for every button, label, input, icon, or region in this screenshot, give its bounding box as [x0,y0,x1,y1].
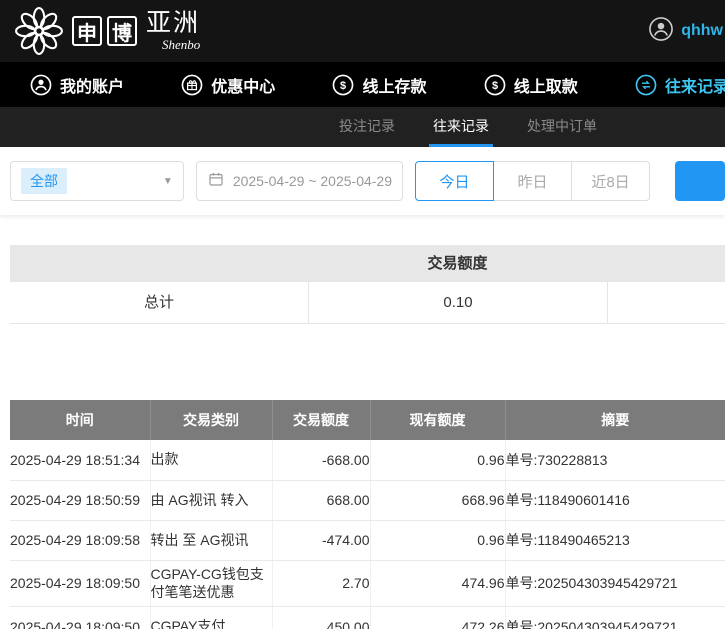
cell-amount: -474.00 [272,520,370,560]
cell-memo: 单号:118490601416 [505,480,725,520]
cell-type: CGPAY支付 [150,607,272,629]
cell-amount: 450.00 [272,607,370,629]
col-header-amount: 交易额度 [272,400,370,440]
quick-yesterday-button[interactable]: 昨日 [493,161,572,201]
brand-char-1: 申 [72,16,102,46]
cell-balance: 472.26 [370,607,505,629]
brand-logo: 申 博 亚洲 Shenbo [14,6,200,56]
user-avatar-icon [648,16,674,47]
cell-memo: 单号:118490465213 [505,520,725,560]
transfer-icon [635,74,657,96]
nav-label: 优惠中心 [211,73,275,97]
chevron-down-icon: ▼ [163,176,173,187]
cell-type: 转出 至 AG视讯 [150,520,272,560]
records-header-row: 时间 交易类别 交易额度 现有额度 摘要 [10,400,725,440]
col-header-memo: 摘要 [505,400,725,440]
cell-time: 2025-04-29 18:09:58 [10,520,150,560]
quick-last8days-button[interactable]: 近8日 [571,161,650,201]
cell-amount: -668.00 [272,440,370,480]
search-button[interactable] [675,161,725,201]
brand-region-block: 亚洲 Shenbo [146,11,200,51]
cell-memo: 单号:202504303945429721 [505,560,725,607]
calendar-icon [207,170,225,193]
cell-balance: 0.96 [370,520,505,560]
records-tab-bar: 投注记录 往来记录 处理中订单 [0,107,725,147]
nav-label: 我的账户 [60,73,124,97]
records-table: 时间 交易类别 交易额度 现有额度 摘要 2025-04-29 18:51:34… [10,400,725,629]
nav-item-promotions[interactable]: 优惠中心 [181,73,275,97]
main-nav: 我的账户 优惠中心 $ 线上存款 [0,62,725,107]
table-row: 2025-04-29 18:09:50 CGPAY支付 450.00 472.2… [10,607,725,629]
svg-text:$: $ [492,80,498,92]
summary-total-label: 总计 [10,282,309,323]
col-header-type: 交易类别 [150,400,272,440]
deposit-coin-icon: $ [332,74,354,96]
cell-amount: 668.00 [272,480,370,520]
page: 申 博 亚洲 Shenbo qhhw [0,0,725,629]
summary-header: 交易额度 [10,245,725,282]
cell-balance: 0.96 [370,440,505,480]
top-header: 申 博 亚洲 Shenbo qhhw [0,0,725,62]
nav-label: 线上存款 [362,73,426,97]
brand-region: 亚洲 [146,11,200,36]
table-row: 2025-04-29 18:09:50 CGPAY-CG钱包支付笔笔送优惠 2.… [10,560,725,607]
cell-type: 由 AG视讯 转入 [150,480,272,520]
cell-memo: 单号:730228813 [505,440,725,480]
filter-bar: 全部 ▼ 2025-04-29 ~ 2025-04-29 今日 昨日 近8日 [0,147,725,215]
summary-empty-cell [608,282,725,323]
brand-char-2: 博 [107,16,137,46]
table-row: 2025-04-29 18:50:59 由 AG视讯 转入 668.00 668… [10,480,725,520]
gift-icon [181,74,203,96]
col-header-time: 时间 [10,400,150,440]
quick-today-button[interactable]: 今日 [415,161,494,201]
type-selected-value: 全部 [21,168,67,194]
table-row: 2025-04-29 18:51:34 出款 -668.00 0.96 单号:7… [10,440,725,480]
cell-time: 2025-04-29 18:09:50 [10,560,150,607]
summary-table: 交易额度 总计 0.10 [10,245,725,324]
cell-balance: 668.96 [370,480,505,520]
tab-transaction-records[interactable]: 往来记录 [429,107,493,147]
summary-row: 总计 0.10 [10,282,725,324]
nav-label: 线上取款 [514,73,578,97]
cell-balance: 474.96 [370,560,505,607]
cell-type: CGPAY-CG钱包支付笔笔送优惠 [150,560,272,607]
cell-amount: 2.70 [272,560,370,607]
cell-type: 出款 [150,440,272,480]
user-account-button[interactable]: qhhw [648,16,723,47]
nav-item-withdraw[interactable]: $ 线上取款 [484,73,578,97]
nav-item-my-account[interactable]: 我的账户 [30,73,124,97]
tab-processing-orders[interactable]: 处理中订单 [523,107,601,147]
user-circle-icon [30,74,52,96]
svg-text:$: $ [340,80,346,92]
summary-total-value: 0.10 [309,282,608,323]
type-select[interactable]: 全部 ▼ [10,161,184,201]
col-header-balance: 现有额度 [370,400,505,440]
brand-subtitle: Shenbo [162,38,200,51]
cell-time: 2025-04-29 18:09:50 [10,607,150,629]
date-range-input[interactable]: 2025-04-29 ~ 2025-04-29 [196,161,403,201]
nav-label: 往来记录 [665,73,725,97]
records-section: 时间 交易类别 交易额度 现有额度 摘要 2025-04-29 18:51:34… [10,400,725,629]
cell-time: 2025-04-29 18:50:59 [10,480,150,520]
table-row: 2025-04-29 18:09:58 转出 至 AG视讯 -474.00 0.… [10,520,725,560]
flower-logo-icon [14,6,64,56]
cell-time: 2025-04-29 18:51:34 [10,440,150,480]
cell-memo: 单号:202504303945429721 [505,607,725,629]
summary-section: 交易额度 总计 0.10 [10,245,725,324]
tab-betting-records[interactable]: 投注记录 [335,107,399,147]
nav-item-transaction-records[interactable]: 往来记录 [635,73,725,97]
quick-range-group: 今日 昨日 近8日 [415,161,650,201]
username-text: qhhw [681,22,723,40]
withdraw-coin-icon: $ [484,74,506,96]
nav-item-deposit[interactable]: $ 线上存款 [332,73,426,97]
date-range-value: 2025-04-29 ~ 2025-04-29 [233,173,392,189]
